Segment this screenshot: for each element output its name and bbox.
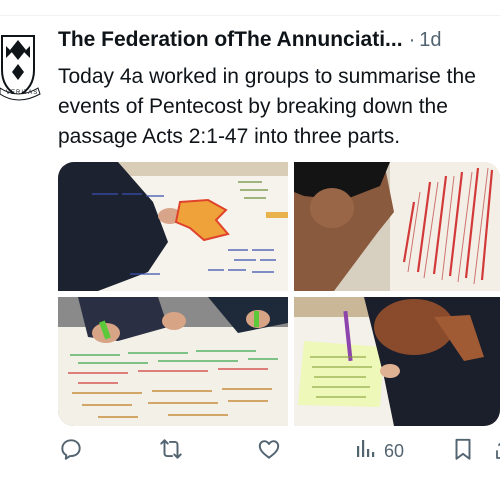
avatar-motto: VERITAS bbox=[6, 90, 39, 96]
media-grid bbox=[58, 162, 500, 426]
views-button[interactable]: 60 bbox=[354, 436, 404, 466]
repost-icon bbox=[158, 436, 184, 467]
reply-button[interactable] bbox=[58, 436, 84, 466]
share-button[interactable] bbox=[494, 436, 500, 466]
like-icon bbox=[256, 436, 282, 467]
views-icon bbox=[354, 437, 378, 466]
bookmark-icon bbox=[450, 436, 476, 467]
photo-1[interactable] bbox=[58, 162, 288, 291]
repost-button[interactable] bbox=[158, 436, 184, 466]
views-count: 60 bbox=[384, 440, 405, 461]
avatar[interactable]: VERITAS bbox=[0, 26, 44, 102]
share-icon bbox=[494, 436, 500, 467]
bookmark-button[interactable] bbox=[450, 436, 476, 466]
tweet-text: Today 4a worked in groups to summarise t… bbox=[58, 65, 476, 148]
tweet-separator: · bbox=[408, 29, 416, 51]
photo-3[interactable] bbox=[58, 297, 288, 426]
top-divider bbox=[0, 0, 500, 16]
tweet-actions: 60 bbox=[58, 436, 500, 466]
photo-4[interactable] bbox=[294, 297, 500, 426]
author-name[interactable]: The Federation ofThe Annunciati... bbox=[58, 28, 403, 52]
reply-icon bbox=[58, 436, 84, 467]
like-button[interactable] bbox=[256, 436, 282, 466]
tweet-time[interactable]: 1d bbox=[419, 29, 441, 52]
photo-2[interactable] bbox=[294, 162, 500, 291]
tweet-header: The Federation ofThe Annunciati... · 1d bbox=[58, 28, 500, 58]
